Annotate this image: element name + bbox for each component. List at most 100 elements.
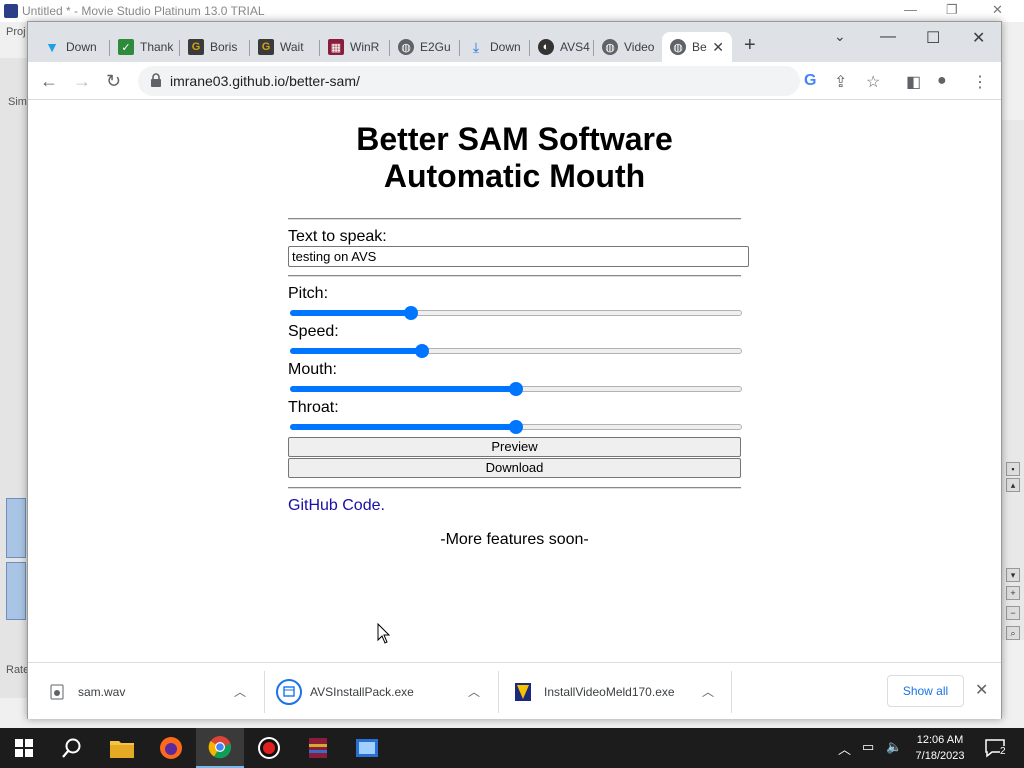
browser-tab[interactable]: G Boris <box>180 32 250 62</box>
browser-tab[interactable]: ⤓ Down <box>460 32 530 62</box>
lock-icon <box>151 73 161 87</box>
slider-thumb[interactable] <box>509 382 523 396</box>
background-menu-fragment[interactable]: Proj <box>6 26 26 38</box>
search-button[interactable] <box>48 728 96 768</box>
back-icon[interactable]: ← <box>40 71 58 92</box>
tab-search-chevron-icon[interactable]: ⌄ <box>834 28 846 45</box>
maximize-icon[interactable]: ☐ <box>926 28 940 48</box>
installer-icon <box>276 678 302 705</box>
title-line-1: Better SAM Software <box>356 121 673 157</box>
system-clock[interactable]: 12:06 AM 7/18/2023 <box>908 732 972 764</box>
search-icon <box>62 738 81 758</box>
menu-kebab-icon[interactable]: ⋮ <box>972 72 988 92</box>
bg-scroll-up-icon[interactable]: ▴ <box>1006 478 1020 492</box>
bookmark-star-icon[interactable]: ☆ <box>866 72 880 92</box>
network-icon[interactable]: ▭ <box>862 739 874 755</box>
throat-slider[interactable] <box>290 419 742 435</box>
tab-label: Down <box>66 40 97 54</box>
download-item[interactable]: sam.wav ︿ <box>48 663 258 720</box>
bg-restore-icon[interactable]: ❐ <box>946 2 958 18</box>
google-translate-icon[interactable]: G <box>804 72 816 90</box>
forward-icon[interactable]: → <box>73 71 91 92</box>
mouth-label: Mouth: <box>288 361 337 378</box>
clock-date: 7/18/2023 <box>915 750 965 762</box>
slider-thumb[interactable] <box>509 420 523 434</box>
taskbar-firefox[interactable] <box>147 728 195 768</box>
preview-button[interactable]: Preview <box>288 437 741 457</box>
bg-zoom-icon[interactable]: ⌕ <box>1006 626 1020 640</box>
divider <box>288 275 741 277</box>
browser-tab-active[interactable]: ◍ Be ✕ <box>662 32 732 62</box>
videomeld-icon <box>514 682 532 701</box>
browser-tab[interactable]: ▦ WinR <box>320 32 390 62</box>
close-downloads-bar-icon[interactable]: ✕ <box>975 680 988 700</box>
bg-minimize-icon[interactable]: — <box>904 2 917 17</box>
minimize-icon[interactable]: — <box>880 28 896 46</box>
bg-scroll-down-icon[interactable]: ▾ <box>1006 568 1020 582</box>
tab-label: Video <box>624 40 655 54</box>
globe-icon: ◍ <box>670 39 686 55</box>
taskbar-movie-studio[interactable] <box>343 728 391 768</box>
browser-tab[interactable]: ✓ Thank <box>110 32 180 62</box>
divider <box>288 487 741 489</box>
taskbar-chrome[interactable] <box>196 728 244 768</box>
winrar-favicon: ▦ <box>328 39 344 55</box>
background-track-block[interactable] <box>6 562 26 620</box>
background-track-block[interactable] <box>6 498 26 558</box>
checkmark-favicon: ✓ <box>118 39 134 55</box>
chevron-up-icon[interactable]: ︿ <box>468 683 480 700</box>
slider-thumb[interactable] <box>403 306 418 320</box>
browser-tab[interactable]: ◍ E2Gu <box>390 32 460 62</box>
bg-zoom-in-icon[interactable]: + <box>1006 586 1020 600</box>
profile-icon[interactable]: ● <box>937 72 947 90</box>
download-button[interactable]: Download <box>288 458 741 478</box>
browser-tab[interactable]: G Wait <box>250 32 320 62</box>
notification-center-button[interactable]: 2 <box>976 728 1016 768</box>
browser-tab[interactable]: ▼ Down <box>36 32 110 62</box>
new-tab-icon[interactable]: + <box>744 34 756 57</box>
tab-label: Thank <box>140 40 174 54</box>
browser-toolbar: ← → ↻ imrane03.github.io/better-sam/ G ⇪… <box>28 62 1001 100</box>
speed-slider[interactable] <box>290 343 742 359</box>
mouth-slider[interactable] <box>290 381 742 397</box>
show-all-button[interactable]: Show all <box>887 675 964 707</box>
taskbar-file-explorer[interactable] <box>98 728 146 768</box>
download-item[interactable]: AVSInstallPack.exe ︿ <box>276 663 491 720</box>
bg-panel-button[interactable]: ▪ <box>1006 462 1020 476</box>
address-bar[interactable]: imrane03.github.io/better-sam/ <box>138 66 800 96</box>
tab-label: Boris <box>210 40 238 54</box>
show-hidden-icons-chevron[interactable]: ︿ <box>838 739 851 758</box>
side-panel-icon[interactable]: ◧ <box>906 72 921 92</box>
download-item[interactable]: InstallVideoMeld170.exe ︿ <box>514 663 729 720</box>
tab-strip: ▼ Down ✓ Thank G Boris G Wait ▦ WinR ◍ E… <box>28 22 1001 62</box>
share-icon[interactable]: ⇪ <box>834 72 847 92</box>
tab-label: E2Gu <box>420 40 451 54</box>
tab-label: AVS4 <box>560 40 590 54</box>
throat-label: Throat: <box>288 399 339 416</box>
bg-zoom-out-icon[interactable]: − <box>1006 606 1020 620</box>
text-to-speak-input[interactable] <box>288 246 749 267</box>
tab-label: Down <box>490 40 521 54</box>
start-button[interactable] <box>0 728 48 768</box>
browser-window: ▼ Down ✓ Thank G Boris G Wait ▦ WinR ◍ E… <box>27 21 1002 719</box>
chrome-icon <box>208 736 232 759</box>
movie-studio-taskbar-icon <box>356 739 378 757</box>
windows-logo-icon <box>15 739 33 757</box>
reload-icon[interactable]: ↻ <box>106 71 121 92</box>
tab-close-icon[interactable]: ✕ <box>712 39 724 56</box>
slider-thumb[interactable] <box>414 344 429 358</box>
github-code-link[interactable]: GitHub Code. <box>288 497 385 515</box>
folder-icon <box>110 741 134 758</box>
close-window-icon[interactable]: ✕ <box>972 28 985 48</box>
chevron-up-icon[interactable]: ︿ <box>702 683 714 700</box>
winrar-icon <box>309 738 327 758</box>
bg-close-icon[interactable]: ✕ <box>992 2 1003 18</box>
chevron-up-icon[interactable]: ︿ <box>234 683 246 700</box>
pitch-slider[interactable] <box>290 305 742 321</box>
url-text: imrane03.github.io/better-sam/ <box>170 73 360 89</box>
browser-tab[interactable]: ◐ AVS4 <box>530 32 594 62</box>
browser-tab[interactable]: ◍ Video <box>594 32 662 62</box>
taskbar-winrar[interactable] <box>294 728 342 768</box>
taskbar-recorder[interactable] <box>245 728 293 768</box>
volume-muted-icon[interactable]: 🔈 <box>886 739 902 755</box>
